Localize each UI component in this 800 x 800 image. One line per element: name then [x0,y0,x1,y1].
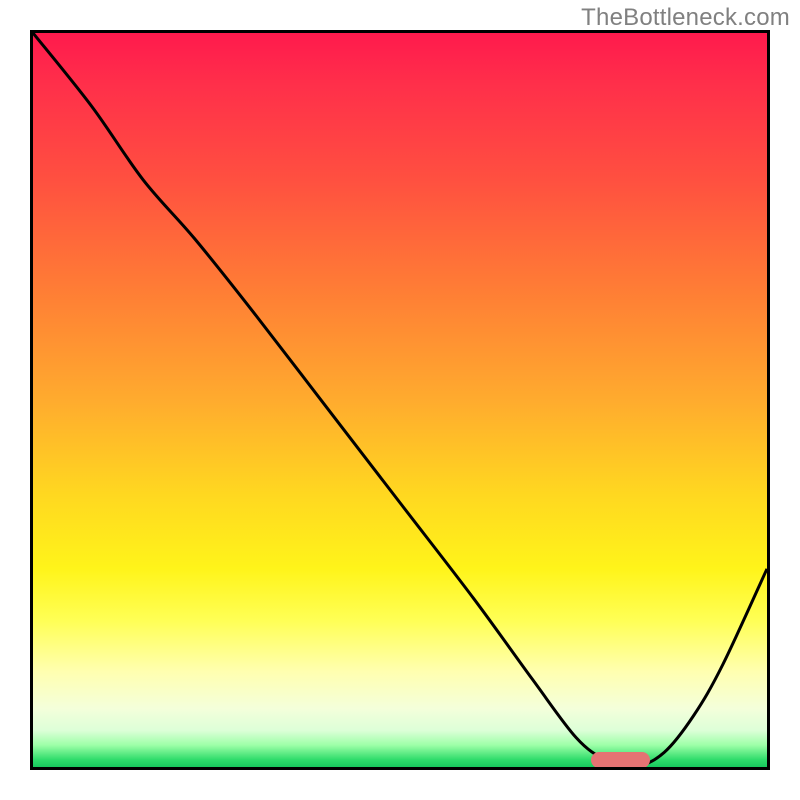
bottleneck-curve [33,33,767,767]
plot-area [30,30,770,770]
watermark-text: TheBottleneck.com [581,4,790,32]
chart-container: TheBottleneck.com [0,0,800,800]
curve-path [33,33,767,767]
optimal-range-marker [591,752,650,768]
